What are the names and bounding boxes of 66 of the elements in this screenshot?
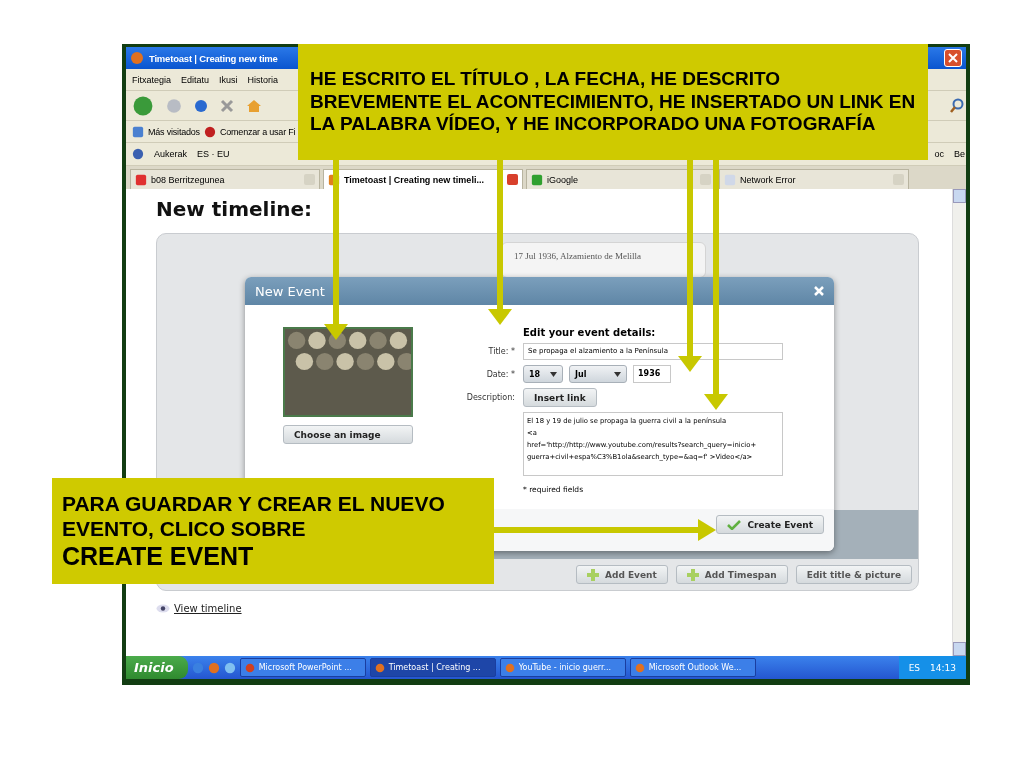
- view-timeline-link[interactable]: View timeline: [174, 603, 242, 614]
- page-icon: [724, 173, 736, 186]
- plus-icon: [587, 568, 599, 581]
- dialog-title: New Event: [255, 283, 325, 299]
- month-select[interactable]: Jul: [569, 365, 627, 383]
- toolbar-item[interactable]: oc: [934, 149, 944, 159]
- choose-image-button[interactable]: Choose an image: [283, 425, 413, 444]
- menu-item[interactable]: Ikusi: [219, 74, 238, 85]
- scroll-up-button[interactable]: [953, 189, 966, 203]
- scroll-down-button[interactable]: [953, 642, 966, 656]
- stop-icon[interactable]: [220, 98, 234, 113]
- menu-item[interactable]: Fitxategia: [132, 74, 172, 85]
- browser-tab[interactable]: iGoogle: [526, 169, 716, 189]
- bookmark-item[interactable]: Más visitados: [148, 126, 200, 137]
- caret-icon: [550, 371, 557, 377]
- app-icon: [244, 662, 255, 673]
- bookmark-item[interactable]: Comenzar a usar Fi: [219, 126, 296, 137]
- menu-item[interactable]: Historia: [247, 74, 279, 85]
- year-field[interactable]: 1936: [633, 365, 671, 383]
- toolbar-item[interactable]: Be: [954, 149, 965, 159]
- taskbar-task[interactable]: Timetoast | Creating ...: [369, 658, 496, 677]
- check-icon: [727, 519, 742, 530]
- callout-emphasis: CREATE EVENT: [62, 541, 255, 572]
- page-icon: [135, 173, 147, 186]
- toolbar-item[interactable]: ES · EU: [197, 149, 230, 159]
- callout-text: HE ESCRITO EL TÍTULO , LA FECHA, HE DESCRITO BREVEMENTE EL ACONTECIMIENTO, HE INSERTADO UN LINK EN LA PALABRA VÍDEO, Y HE INCORPORADO UNA FOTOGRAFÍA: [310, 67, 916, 137]
- menu-item[interactable]: Editatu: [181, 74, 210, 85]
- page-heading: New timeline:: [156, 197, 314, 221]
- close-button[interactable]: [944, 49, 962, 67]
- close-icon: [948, 53, 958, 63]
- plus-icon: [686, 568, 699, 581]
- bookmark-icon: [203, 125, 216, 138]
- create-event-button[interactable]: Create Event: [716, 515, 824, 534]
- taskbar-task[interactable]: Microsoft Outlook We...: [629, 658, 756, 677]
- section-title: Edit your event details:: [523, 327, 657, 338]
- insert-link-button[interactable]: Insert link: [523, 388, 597, 407]
- browser-tab[interactable]: Timetoast | Creating new timeli...: [323, 169, 523, 189]
- app-icon: [634, 662, 645, 673]
- bookmark-icon: [132, 125, 144, 138]
- panel-button[interactable]: Add Timespan: [675, 565, 788, 584]
- app-icon: [504, 662, 515, 673]
- field-label: Description:: [465, 393, 515, 402]
- panel-button[interactable]: Add Event: [576, 565, 668, 584]
- callout-text: PARA GUARDAR Y CREAR EL NUEVO EVENTO, CLICO SOBRE: [62, 490, 446, 542]
- start-button[interactable]: Inicio: [126, 656, 188, 679]
- browser-tab[interactable]: Network Error: [719, 169, 909, 189]
- app-icon: [374, 662, 385, 673]
- home-icon[interactable]: [246, 98, 262, 113]
- page-icon: [531, 173, 543, 186]
- event-card[interactable]: 17 Jul 1936, Alzamiento de Melilla: [501, 242, 706, 278]
- taskbar-task[interactable]: YouTube - inicio guerr...: [499, 658, 626, 677]
- day-select[interactable]: 18: [523, 365, 563, 383]
- field-label: Date: *: [485, 369, 515, 379]
- eye-icon: [156, 604, 170, 613]
- taskbar-task[interactable]: Microsoft PowerPoint ...: [239, 658, 366, 677]
- field-label: Title: *: [487, 347, 515, 356]
- window-title: Timetoast | Creating new time: [149, 52, 278, 64]
- tab-close-icon[interactable]: [507, 174, 518, 185]
- browser-tab[interactable]: b08 Berritzegunea: [130, 169, 320, 189]
- caret-icon: [614, 371, 621, 377]
- toolbar-item[interactable]: Aukerak: [154, 149, 188, 159]
- forward-icon: [166, 97, 182, 114]
- back-icon: [132, 94, 154, 117]
- clock: 14:13: [930, 662, 956, 673]
- panel-button[interactable]: Edit title & picture: [795, 565, 912, 584]
- close-icon[interactable]: [814, 286, 824, 296]
